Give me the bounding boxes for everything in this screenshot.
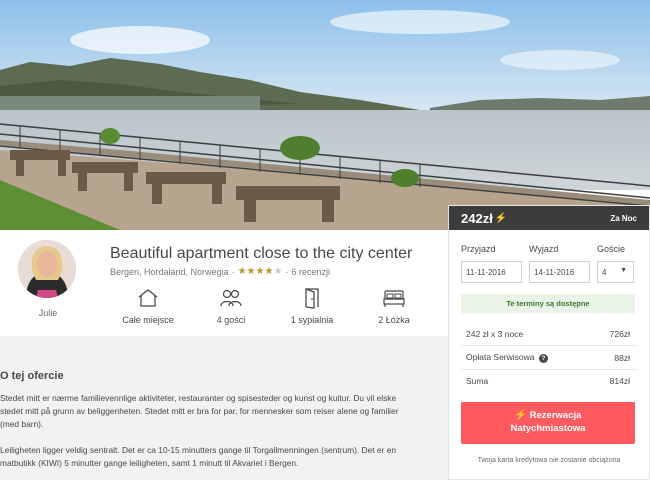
about-text-line: matbutikk (KIWI) 5 minutter gange leilig… xyxy=(0,458,299,468)
instant-book-button[interactable]: ⚡ Rezerwacja Natychmiastowa xyxy=(461,402,635,444)
guests-label: Goście xyxy=(597,244,626,254)
price-line-label: Opłata Serwisowa xyxy=(466,352,535,362)
service-fee-label-group: Opłata Serwisowa ? xyxy=(466,352,548,363)
star-icon: ★ xyxy=(273,266,283,277)
nightly-price: 242zł ⚡ xyxy=(461,211,507,226)
about-text-line: stedet mitt på grunn av beliggenheten. S… xyxy=(0,406,399,416)
about-text-line: Stedet mitt er nærme familievennlige akt… xyxy=(0,393,397,403)
guests-select[interactable]: 4 ▼ xyxy=(597,261,634,283)
divider xyxy=(461,345,637,346)
price-line-value: 726zł xyxy=(609,329,630,339)
price-value: 242zł xyxy=(461,210,493,226)
price-line-total: Suma 814zł xyxy=(466,376,630,386)
about-heading: O tej ofercie xyxy=(0,370,64,382)
book-label-1: Rezerwacja xyxy=(529,410,582,421)
house-icon xyxy=(113,287,183,309)
feature-label: 4 gości xyxy=(216,315,246,325)
checkin-label: Przyjazd xyxy=(461,244,496,254)
checkin-value: 11-11-2016 xyxy=(466,267,506,277)
chevron-down-icon: ▼ xyxy=(620,267,627,274)
price-line-nights: 242 zł x 3 noce 726zł xyxy=(466,329,630,339)
feature-label: 2 Łóżka xyxy=(378,315,410,325)
listing-meta: Bergen, Hordaland, Norwegia · ★★★★★ · 6 … xyxy=(110,266,330,277)
bed-icon xyxy=(359,287,429,309)
host-profile[interactable]: Julie xyxy=(18,240,78,318)
price-line-value: 88zł xyxy=(614,352,630,363)
feature-label: 1 sypialnia xyxy=(290,315,334,325)
price-line-value: 814zł xyxy=(609,376,630,386)
checkout-label: Wyjazd xyxy=(529,244,559,254)
star-icon: ★ xyxy=(237,266,247,277)
price-unit: Za Noc xyxy=(610,213,637,223)
availability-message: Te terminy są dostępne xyxy=(461,294,635,313)
divider xyxy=(461,369,637,370)
about-text-line: Leiligheten ligger veldig sentralt. Det … xyxy=(0,445,397,455)
help-icon[interactable]: ? xyxy=(538,354,548,363)
feature-guests: 4 gości xyxy=(196,287,266,325)
price-bar: 242zł ⚡ Za Noc xyxy=(449,206,649,230)
price-line-label: 242 zł x 3 noce xyxy=(466,329,524,339)
listing-photo[interactable] xyxy=(0,0,650,230)
booking-panel: 242zł ⚡ Za Noc Przyjazd Wyjazd Goście 11… xyxy=(448,205,650,480)
price-line-service-fee: Opłata Serwisowa ? 88zł xyxy=(466,352,630,363)
instant-book-icon: ⚡ xyxy=(514,410,528,421)
guests-icon xyxy=(196,287,266,309)
host-avatar[interactable] xyxy=(18,240,76,298)
feature-bedrooms: 1 sypialnia xyxy=(277,287,347,325)
feature-label: Całe miejsce xyxy=(122,315,174,325)
host-name[interactable]: Julie xyxy=(18,308,78,318)
about-text-line: (med barn). xyxy=(0,419,44,429)
checkout-input[interactable]: 14-11-2016 xyxy=(529,261,590,283)
feature-room-type: Całe miejsce xyxy=(113,287,183,325)
checkin-input[interactable]: 11-11-2016 xyxy=(461,261,522,283)
card-not-charged-note: Twoja karta kredytowa nie zostanie obcią… xyxy=(477,457,621,464)
meta-dot: · xyxy=(285,266,289,277)
feature-beds: 2 Łóżka xyxy=(359,287,429,325)
listing-title: Beautiful apartment close to the city ce… xyxy=(110,245,413,262)
listing-location[interactable]: Bergen, Hordaland, Norwegia xyxy=(110,267,229,277)
star-icon: ★ xyxy=(246,266,256,277)
rating-stars: ★★★★★ xyxy=(238,266,283,277)
instant-book-line1: ⚡ Rezerwacja xyxy=(461,409,635,422)
reviews-count[interactable]: 6 recenzji xyxy=(291,267,330,277)
door-icon xyxy=(277,287,347,309)
guests-value: 4 xyxy=(602,267,607,277)
price-line-label: Suma xyxy=(466,376,489,386)
checkout-value: 14-11-2016 xyxy=(534,267,575,277)
meta-dot: · xyxy=(231,266,235,277)
book-label-2: Natychmiastowa xyxy=(510,423,586,434)
instant-book-icon: ⚡ xyxy=(494,212,508,224)
